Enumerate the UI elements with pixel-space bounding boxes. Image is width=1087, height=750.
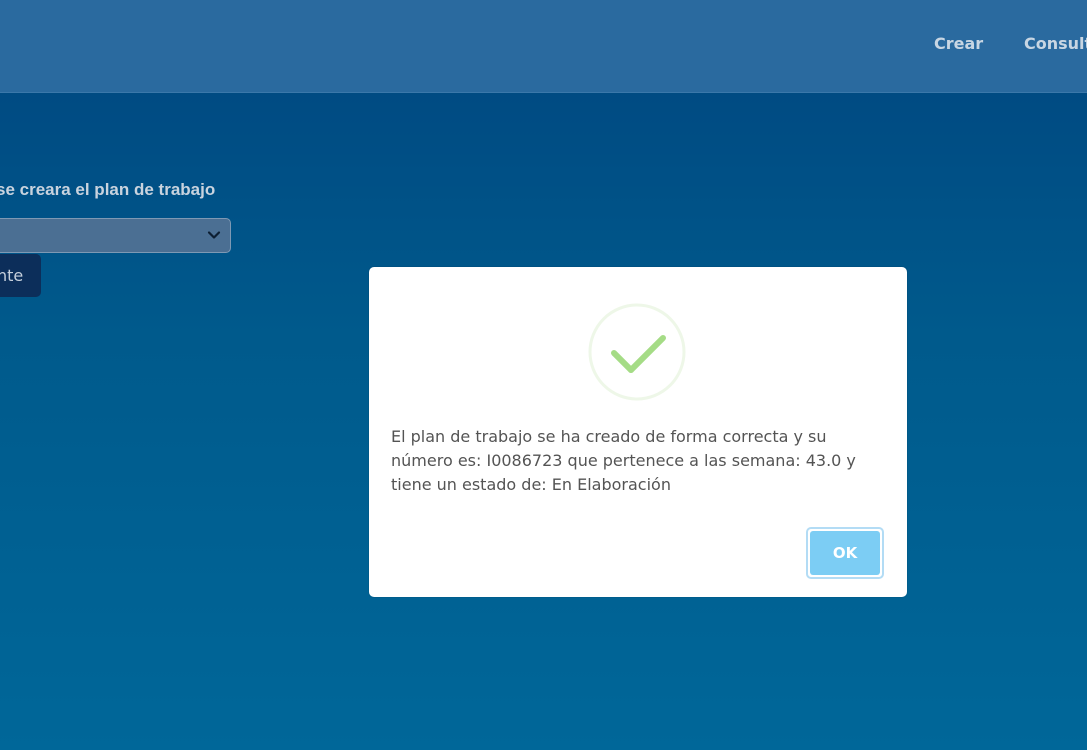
success-dialog: El plan de trabajo se ha creado de forma… bbox=[369, 267, 907, 597]
dialog-message: El plan de trabajo se ha creado de forma… bbox=[391, 427, 856, 494]
success-check-icon bbox=[588, 303, 686, 401]
week-select[interactable] bbox=[0, 218, 231, 253]
chevron-down-icon bbox=[207, 231, 221, 239]
week-select-label: se creara el plan de trabajo bbox=[0, 180, 216, 199]
nav-link-consultar[interactable]: Consult bbox=[1024, 34, 1087, 53]
top-navbar: Crear Consult bbox=[0, 0, 1087, 93]
nav-link-crear[interactable]: Crear bbox=[934, 34, 983, 53]
next-button[interactable]: nte bbox=[0, 254, 41, 297]
ok-button-label: OK bbox=[810, 531, 880, 575]
ok-button[interactable]: OK bbox=[806, 527, 884, 579]
